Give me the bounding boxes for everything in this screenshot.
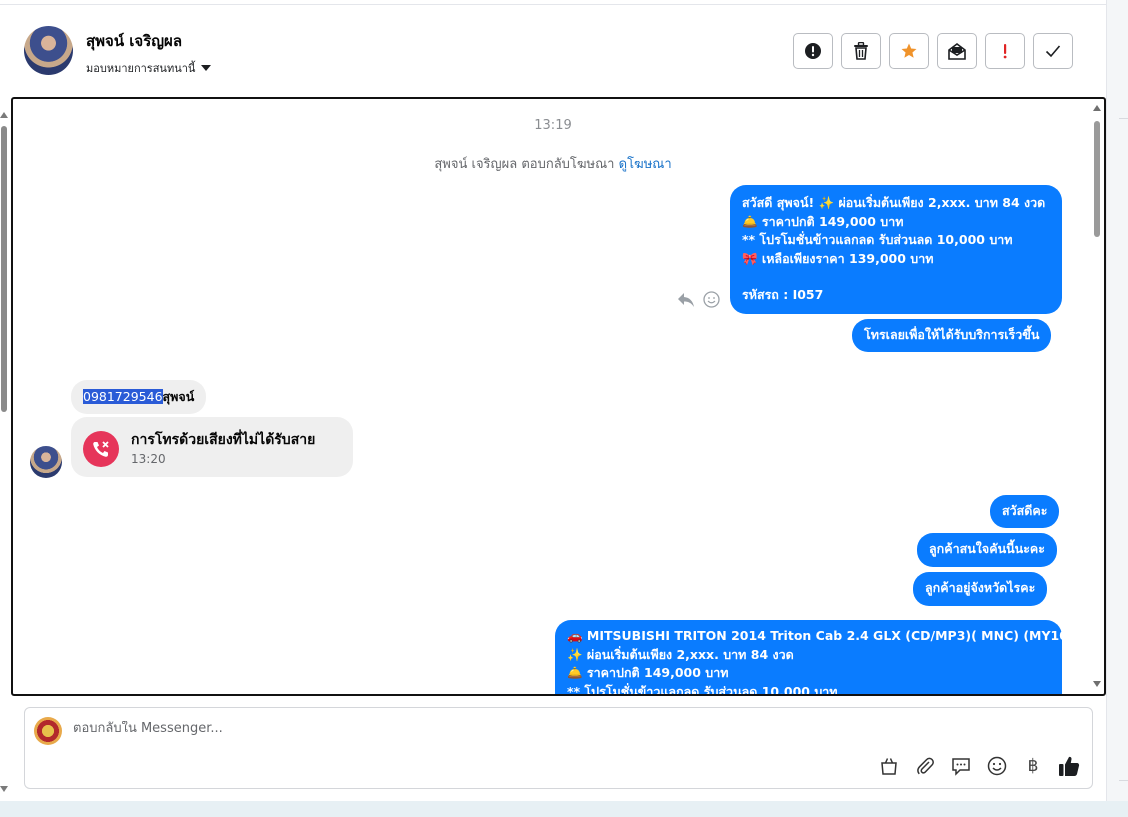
star-icon: [901, 43, 917, 58]
checkmark-icon: [1045, 45, 1061, 58]
star-button[interactable]: [889, 33, 929, 69]
mail-open-icon: [948, 43, 966, 60]
mark-unread-button[interactable]: [937, 33, 977, 69]
message-line: 🚗 MITSUBISHI TRITON 2014 Triton Cab 2.4 …: [567, 628, 1099, 643]
payment-button[interactable]: ฿: [1022, 755, 1044, 777]
thumbs-up-icon: [1059, 756, 1080, 776]
contact-avatar[interactable]: [24, 26, 73, 75]
reply-icon[interactable]: [677, 292, 695, 308]
incoming-message-phone[interactable]: 0981729546สุพจน์: [71, 380, 207, 414]
conversation-toolbar: [793, 33, 1073, 69]
scroll-down-arrow-icon[interactable]: [0, 786, 8, 792]
ad-reply-text: สุพจน์ เจริญผล ตอบกลับโฆษณา: [434, 157, 619, 172]
like-button[interactable]: [1058, 755, 1080, 777]
thread-timestamp: 13:19: [534, 118, 572, 133]
message-composer: ฿: [24, 707, 1093, 789]
attach-button[interactable]: [914, 755, 936, 777]
thread-scrollbar[interactable]: [1092, 101, 1102, 691]
right-side-panel-edge: [1106, 0, 1128, 801]
message-line: 🛎️ ราคาปกติ 149,000 บาท: [742, 213, 904, 229]
baht-icon: ฿: [1027, 756, 1039, 776]
page-avatar: [34, 717, 62, 745]
message-actions: [677, 291, 720, 308]
ad-reply-note: สุพจน์ เจริญผล ตอบกลับโฆษณา ดูโฆษณา: [13, 153, 1093, 174]
outgoing-message-call-now[interactable]: โทรเลยเพื่อให้ได้รับบริการเร็วขึ้น: [852, 319, 1052, 352]
message-line: 🛎️ ราคาปกติ 149,000 บาท: [567, 665, 729, 680]
delete-button[interactable]: [841, 33, 881, 69]
emoji-react-icon[interactable]: [703, 291, 720, 308]
exclamation-circle-icon: [805, 43, 821, 59]
mark-done-button[interactable]: [1033, 33, 1073, 69]
paperclip-icon: [917, 757, 934, 775]
chat-bubble-icon: [952, 758, 970, 776]
scrollbar-thumb[interactable]: [1, 126, 7, 412]
sender-name-text: สุพจน์: [162, 389, 195, 404]
outgoing-message-interest[interactable]: ลูกค้าสนใจคันนี้นะคะ: [917, 533, 1057, 567]
message-thread[interactable]: 13:19 สุพจน์ เจริญผล ตอบกลับโฆษณา ดูโฆษณ…: [11, 97, 1106, 696]
saved-replies-button[interactable]: [950, 755, 972, 777]
message-line: 🎀 เหลือเพียงราคา 139,000 บาท: [742, 250, 934, 266]
message-line: ** โปรโมชั่นข้าวแลกลด รับส่วนลด 10,000 บ…: [742, 232, 1013, 247]
outgoing-message-car-details[interactable]: 🚗 MITSUBISHI TRITON 2014 Triton Cab 2.4 …: [555, 620, 1099, 696]
divider: [1119, 780, 1128, 781]
shopping-bag-icon: [881, 758, 897, 775]
missed-call-card[interactable]: การโทรด้วยเสียงที่ไม่ได้รับสาย 13:20: [71, 417, 353, 477]
sender-avatar[interactable]: [30, 446, 62, 478]
emoji-button[interactable]: [986, 755, 1008, 777]
page-scrollbar[interactable]: [0, 108, 9, 798]
messenger-inbox-panel: สุพจน์ เจริญผล มอบหมายการสนทนานี้ 13:19 …: [0, 0, 1106, 801]
message-line: รหัสรถ : I057: [742, 287, 824, 302]
scroll-down-arrow-icon[interactable]: [1093, 681, 1101, 687]
outgoing-message-promo[interactable]: สวัสดี สุพจน์! ✨ ผ่อนเริ่มต้นเพียง 2,xxx…: [730, 185, 1062, 314]
caret-down-icon: [201, 65, 212, 71]
message-line: ✨ ผ่อนเริ่มต้นเพียง 2,xxx. บาท 84 งวด: [567, 646, 794, 662]
scroll-up-arrow-icon[interactable]: [1093, 105, 1101, 111]
reply-input[interactable]: [73, 721, 873, 736]
mark-important-button[interactable]: [985, 33, 1025, 69]
composer-toolbar: ฿: [878, 755, 1080, 777]
phone-number-selected[interactable]: 0981729546: [83, 389, 163, 404]
bottom-edge: [0, 801, 1128, 817]
assign-label: มอบหมายการสนทนานี้: [86, 62, 196, 75]
outgoing-message-province[interactable]: ลูกค้าอยู่จังหวัดไรคะ: [913, 572, 1048, 606]
missed-call-time: 13:20: [131, 452, 166, 466]
message-line: สวัสดี สุพจน์! ✨ ผ่อนเริ่มต้นเพียง 2,xxx…: [742, 195, 1046, 210]
missed-call-icon: [83, 431, 119, 467]
view-ad-link[interactable]: ดูโฆษณา: [619, 157, 672, 172]
message-spacer: [742, 268, 1050, 286]
report-spam-button[interactable]: [793, 33, 833, 69]
conversation-header: สุพจน์ เจริญผล มอบหมายการสนทนานี้: [0, 5, 1106, 97]
smiley-icon: [987, 756, 1007, 776]
missed-call-title: การโทรด้วยเสียงที่ไม่ได้รับสาย: [131, 432, 316, 448]
scroll-up-arrow-icon[interactable]: [0, 112, 8, 118]
message-line: ** โปรโมชั่นข้าวแลกลด รับส่วนลด 10,000 บ…: [567, 683, 838, 696]
divider: [1119, 118, 1128, 119]
assign-conversation-dropdown[interactable]: มอบหมายการสนทนานี้: [86, 59, 212, 77]
trash-icon: [854, 42, 868, 60]
outgoing-message-greeting[interactable]: สวัสดีคะ: [990, 495, 1060, 528]
scrollbar-thumb[interactable]: [1094, 121, 1100, 237]
contact-name[interactable]: สุพจน์ เจริญผล: [86, 29, 182, 53]
exclamation-icon: [1003, 44, 1007, 59]
shop-button[interactable]: [878, 755, 900, 777]
